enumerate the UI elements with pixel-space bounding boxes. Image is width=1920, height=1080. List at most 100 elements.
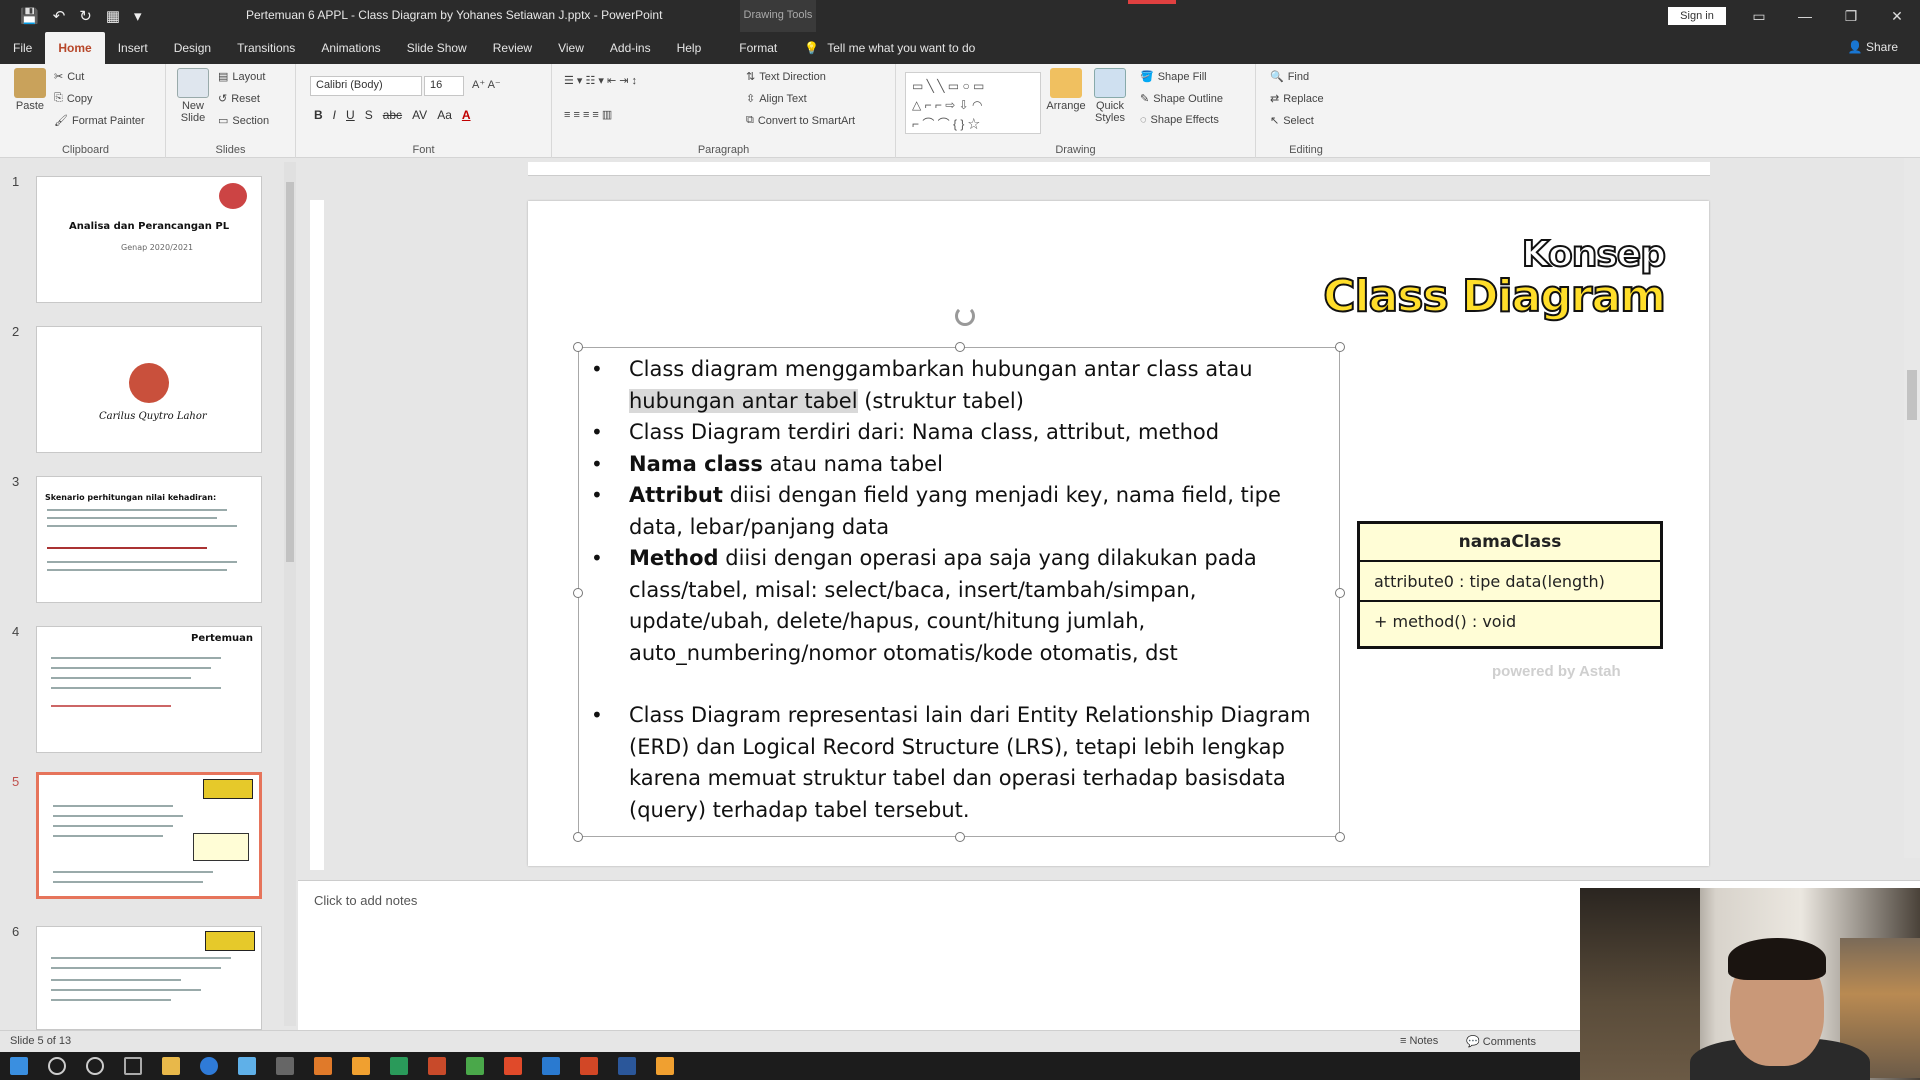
windows-start-icon[interactable] [10, 1057, 28, 1075]
shadow-icon[interactable]: S [365, 108, 373, 122]
new-slide-button[interactable]: New Slide [172, 68, 214, 124]
app-icon[interactable] [352, 1057, 370, 1075]
tab-format[interactable]: Format [726, 32, 790, 64]
canvas-scrollbar[interactable] [1904, 158, 1920, 858]
slide-thumbnail-1[interactable]: Analisa dan Perancangan PL Genap 2020/20… [36, 176, 262, 303]
slide-thumbnail-3[interactable]: Skenario perhitungan nilai kehadiran: [36, 476, 262, 603]
ribbon-display-options-icon[interactable]: ▭ [1736, 0, 1782, 32]
notes-placeholder[interactable]: Click to add notes [314, 893, 417, 908]
tab-design[interactable]: Design [161, 32, 224, 64]
shape-fill-button[interactable]: 🪣 Shape Fill [1140, 70, 1207, 84]
cut-button[interactable]: ✂ Cut [54, 70, 84, 84]
app-icon[interactable] [504, 1057, 522, 1075]
resize-handle[interactable] [573, 588, 583, 598]
italic-icon[interactable]: I [333, 108, 336, 122]
uml-class-box[interactable]: namaClass attribute0 : tipe data(length)… [1357, 521, 1663, 649]
arrange-button[interactable]: Arrange [1046, 68, 1086, 112]
resize-handle[interactable] [1335, 832, 1345, 842]
tab-slide-show[interactable]: Slide Show [394, 32, 480, 64]
section-button[interactable]: ▭ Section [218, 114, 269, 128]
app-icon[interactable] [390, 1057, 408, 1075]
resize-handle[interactable] [1335, 342, 1345, 352]
font-family-select[interactable]: Calibri (Body) [310, 76, 422, 96]
powerpoint-icon[interactable] [580, 1057, 598, 1075]
tab-insert[interactable]: Insert [105, 32, 161, 64]
save-icon[interactable]: 💾 [20, 7, 39, 25]
app-icon[interactable] [656, 1057, 674, 1075]
comments-toggle-button[interactable]: 💬 Comments [1466, 1035, 1536, 1048]
reset-button[interactable]: ↺ Reset [218, 92, 260, 106]
share-button[interactable]: 👤 Share [1848, 40, 1898, 54]
notes-toggle-button[interactable]: ≡ Notes [1400, 1035, 1438, 1047]
change-case-icon[interactable]: Aa [437, 108, 452, 122]
copy-button[interactable]: ⎘ Copy [54, 92, 93, 105]
slide-thumbnail-2[interactable]: Carilus Quytro Lahor [36, 326, 262, 453]
rotate-handle-icon[interactable] [955, 306, 975, 326]
slide-title[interactable]: Konsep Class Diagram [1322, 236, 1667, 320]
paste-button[interactable]: Paste [10, 68, 50, 112]
content-textbox-selected[interactable]: Class diagram menggambarkan hubungan ant… [573, 306, 1345, 842]
tab-home[interactable]: Home [45, 32, 105, 64]
convert-smartart-button[interactable]: ⧉ Convert to SmartArt [746, 114, 855, 127]
font-color-icon[interactable]: A [462, 108, 471, 122]
app-icon[interactable] [314, 1057, 332, 1075]
bold-icon[interactable]: B [314, 108, 323, 122]
word-icon[interactable] [618, 1057, 636, 1075]
char-spacing-icon[interactable]: AV [412, 108, 427, 122]
tab-help[interactable]: Help [664, 32, 715, 64]
tab-file[interactable]: File [0, 32, 45, 64]
start-from-beginning-icon[interactable]: ▦ [106, 7, 120, 25]
tab-review[interactable]: Review [480, 32, 545, 64]
quick-styles-button[interactable]: Quick Styles [1090, 68, 1130, 124]
tell-me-search[interactable]: 💡 Tell me what you want to do [804, 41, 975, 55]
canvas-scroll-thumb[interactable] [1907, 370, 1917, 420]
slide-thumbnail-6[interactable] [36, 926, 262, 1030]
shapes-gallery[interactable]: ▭ ╲ ╲ ▭ ○ ▭ △ ⌐ ⌐ ⇨ ⇩ ◠ ⌐ ⌒ ⌒ { } ☆ [905, 72, 1041, 134]
resize-handle[interactable] [573, 832, 583, 842]
layout-button[interactable]: ▤ Layout [218, 70, 265, 84]
slide-5[interactable]: Konsep Class Diagram Class diagram mengg… [528, 201, 1709, 866]
font-grow-icon[interactable]: A⁺ A⁻ [472, 78, 501, 91]
shape-effects-button[interactable]: ◌ Shape Effects [1140, 114, 1219, 126]
close-icon[interactable]: ✕ [1874, 0, 1920, 32]
file-explorer-icon[interactable] [162, 1057, 180, 1075]
thumbnail-scrollbar[interactable] [284, 162, 296, 1026]
resize-handle[interactable] [955, 832, 965, 842]
underline-icon[interactable]: U [346, 108, 355, 122]
sign-in-button[interactable]: Sign in [1668, 7, 1726, 25]
bullets-icon[interactable]: ☰ ▾ ☷ ▾ ⇤ ⇥ ↕ [564, 74, 637, 87]
resize-handle[interactable] [955, 342, 965, 352]
find-button[interactable]: 🔍 Find [1270, 70, 1309, 84]
undo-icon[interactable]: ↶ [53, 7, 66, 25]
minimize-icon[interactable]: — [1782, 0, 1828, 32]
align-text-button[interactable]: ⇳ Align Text [746, 92, 807, 106]
task-view-icon[interactable] [124, 1057, 142, 1075]
app-icon[interactable] [428, 1057, 446, 1075]
tab-animations[interactable]: Animations [308, 32, 393, 64]
app-icon[interactable] [238, 1057, 256, 1075]
text-direction-button[interactable]: ⇅ Text Direction [746, 70, 826, 84]
format-painter-button[interactable]: 🖌 Format Painter [54, 114, 145, 128]
slide-thumbnail-5-selected[interactable] [36, 772, 262, 899]
cortana-icon[interactable] [86, 1057, 104, 1075]
customize-qat-icon[interactable]: ▾ [134, 7, 142, 25]
tab-add-ins[interactable]: Add-ins [597, 32, 664, 64]
strikethrough-icon[interactable]: abc [383, 108, 402, 122]
tab-view[interactable]: View [545, 32, 597, 64]
alignment-icons[interactable]: ≡ ≡ ≡ ≡ ▥ [564, 108, 612, 121]
tab-transitions[interactable]: Transitions [224, 32, 308, 64]
resize-handle[interactable] [1335, 588, 1345, 598]
select-button[interactable]: ↖ Select [1270, 114, 1314, 128]
edge-icon[interactable] [200, 1057, 218, 1075]
restore-icon[interactable]: ❐ [1828, 0, 1874, 32]
thumbnail-scroll-thumb[interactable] [286, 182, 294, 562]
app-icon[interactable] [542, 1057, 560, 1075]
app-icon[interactable] [276, 1057, 294, 1075]
replace-button[interactable]: ⇄ Replace [1270, 92, 1324, 106]
resize-handle[interactable] [573, 342, 583, 352]
redo-icon[interactable]: ↻ [79, 7, 92, 25]
font-size-select[interactable]: 16 [424, 76, 464, 96]
shape-outline-button[interactable]: ✎ Shape Outline [1140, 92, 1223, 106]
search-icon[interactable] [48, 1057, 66, 1075]
slide-thumbnail-4[interactable]: Pertemuan [36, 626, 262, 753]
